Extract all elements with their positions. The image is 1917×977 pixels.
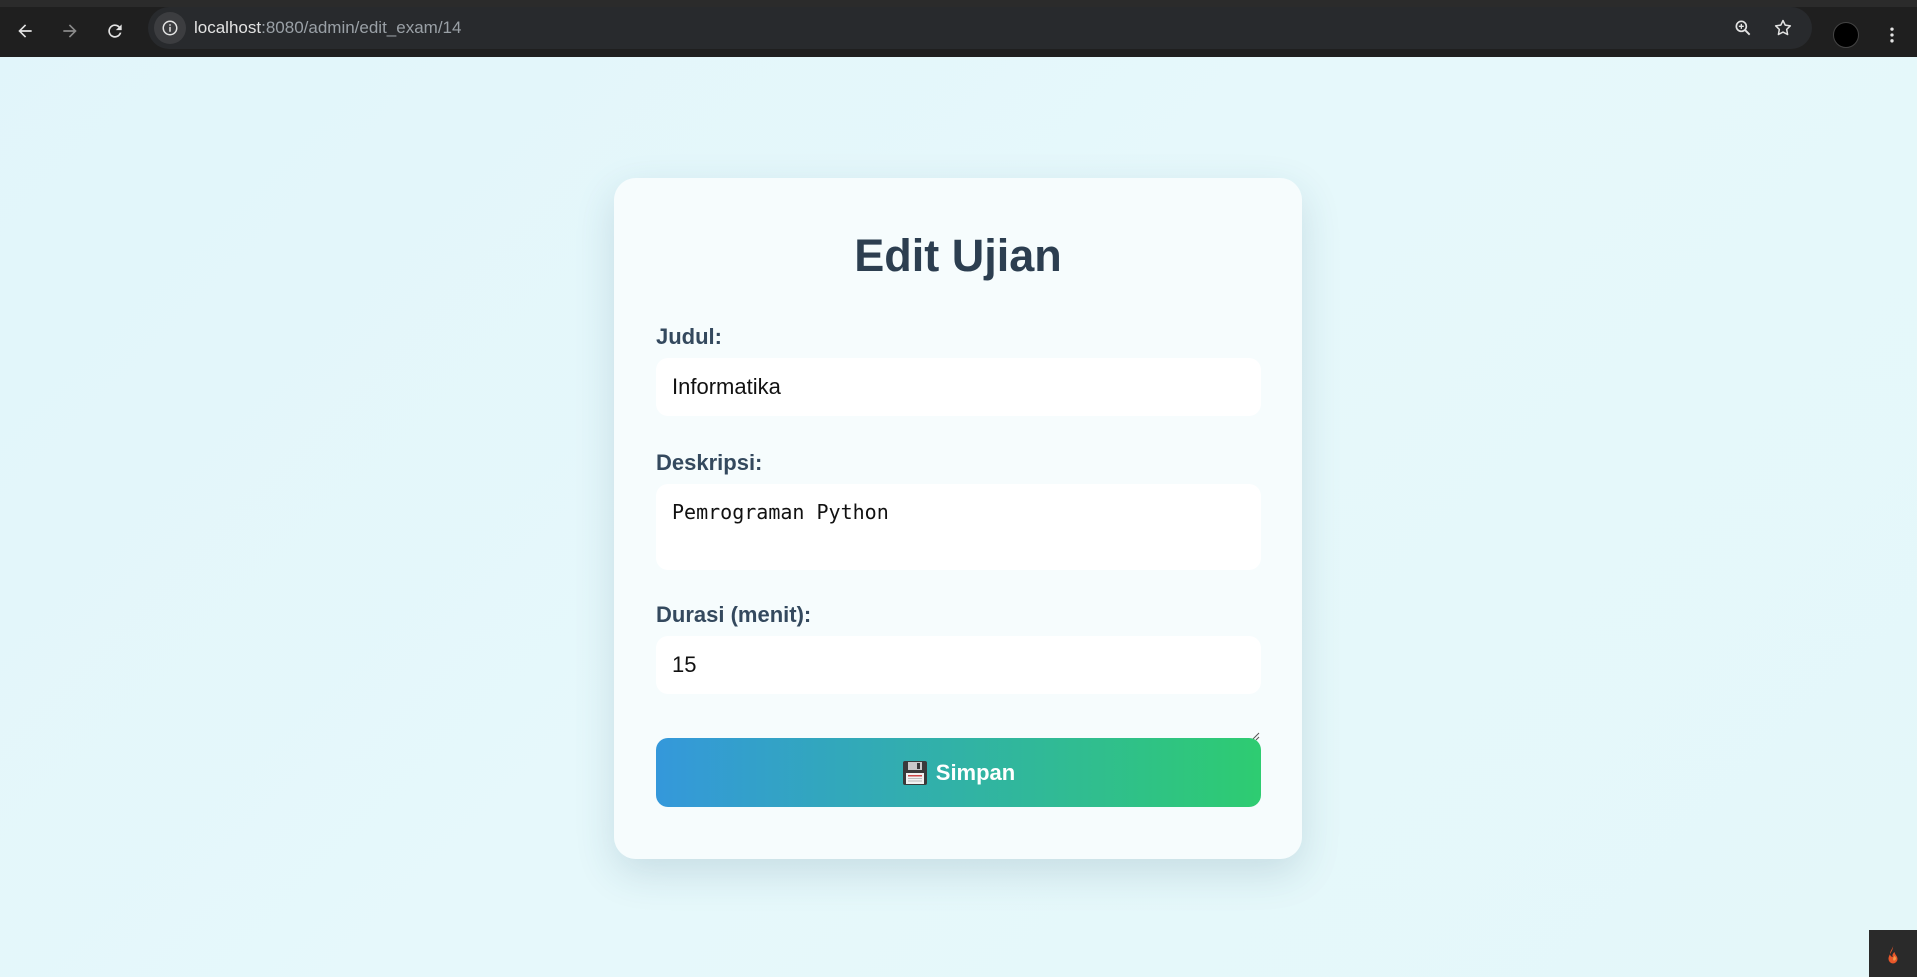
address-bar[interactable]: localhost:8080/admin/edit_exam/14 <box>148 7 1812 49</box>
forward-arrow-icon[interactable] <box>55 16 85 46</box>
url-path: :8080/admin/edit_exam/14 <box>261 18 462 37</box>
url-host: localhost <box>194 18 262 37</box>
floppy-disk-icon <box>902 760 927 785</box>
star-icon[interactable] <box>1769 14 1797 42</box>
back-arrow-icon[interactable] <box>10 16 40 46</box>
durasi-label: Durasi (menit): <box>656 602 812 627</box>
judul-label: Judul: <box>656 324 722 349</box>
save-button-label: Simpan <box>935 759 1016 785</box>
save-button[interactable]: Simpan <box>656 738 1261 807</box>
profile-avatar[interactable] <box>1833 22 1859 48</box>
reload-icon[interactable] <box>100 16 130 46</box>
durasi-input[interactable] <box>656 636 1261 694</box>
page-title: Edit Ujian <box>854 230 1062 281</box>
edit-exam-card: Edit Ujian Judul: Deskripsi: Pemrograman… <box>614 178 1302 859</box>
zoom-icon[interactable] <box>1729 14 1757 42</box>
judul-input[interactable] <box>656 358 1261 416</box>
deskripsi-label: Deskripsi: <box>656 450 763 475</box>
kebab-menu-icon[interactable] <box>1878 20 1906 50</box>
url-text[interactable]: localhost:8080/admin/edit_exam/14 <box>194 18 461 38</box>
deskripsi-textarea[interactable]: Pemrograman Python <box>656 484 1261 570</box>
browser-toolbar: localhost:8080/admin/edit_exam/14 <box>0 0 1917 57</box>
flame-icon[interactable] <box>1869 930 1917 977</box>
info-icon[interactable] <box>154 12 186 44</box>
